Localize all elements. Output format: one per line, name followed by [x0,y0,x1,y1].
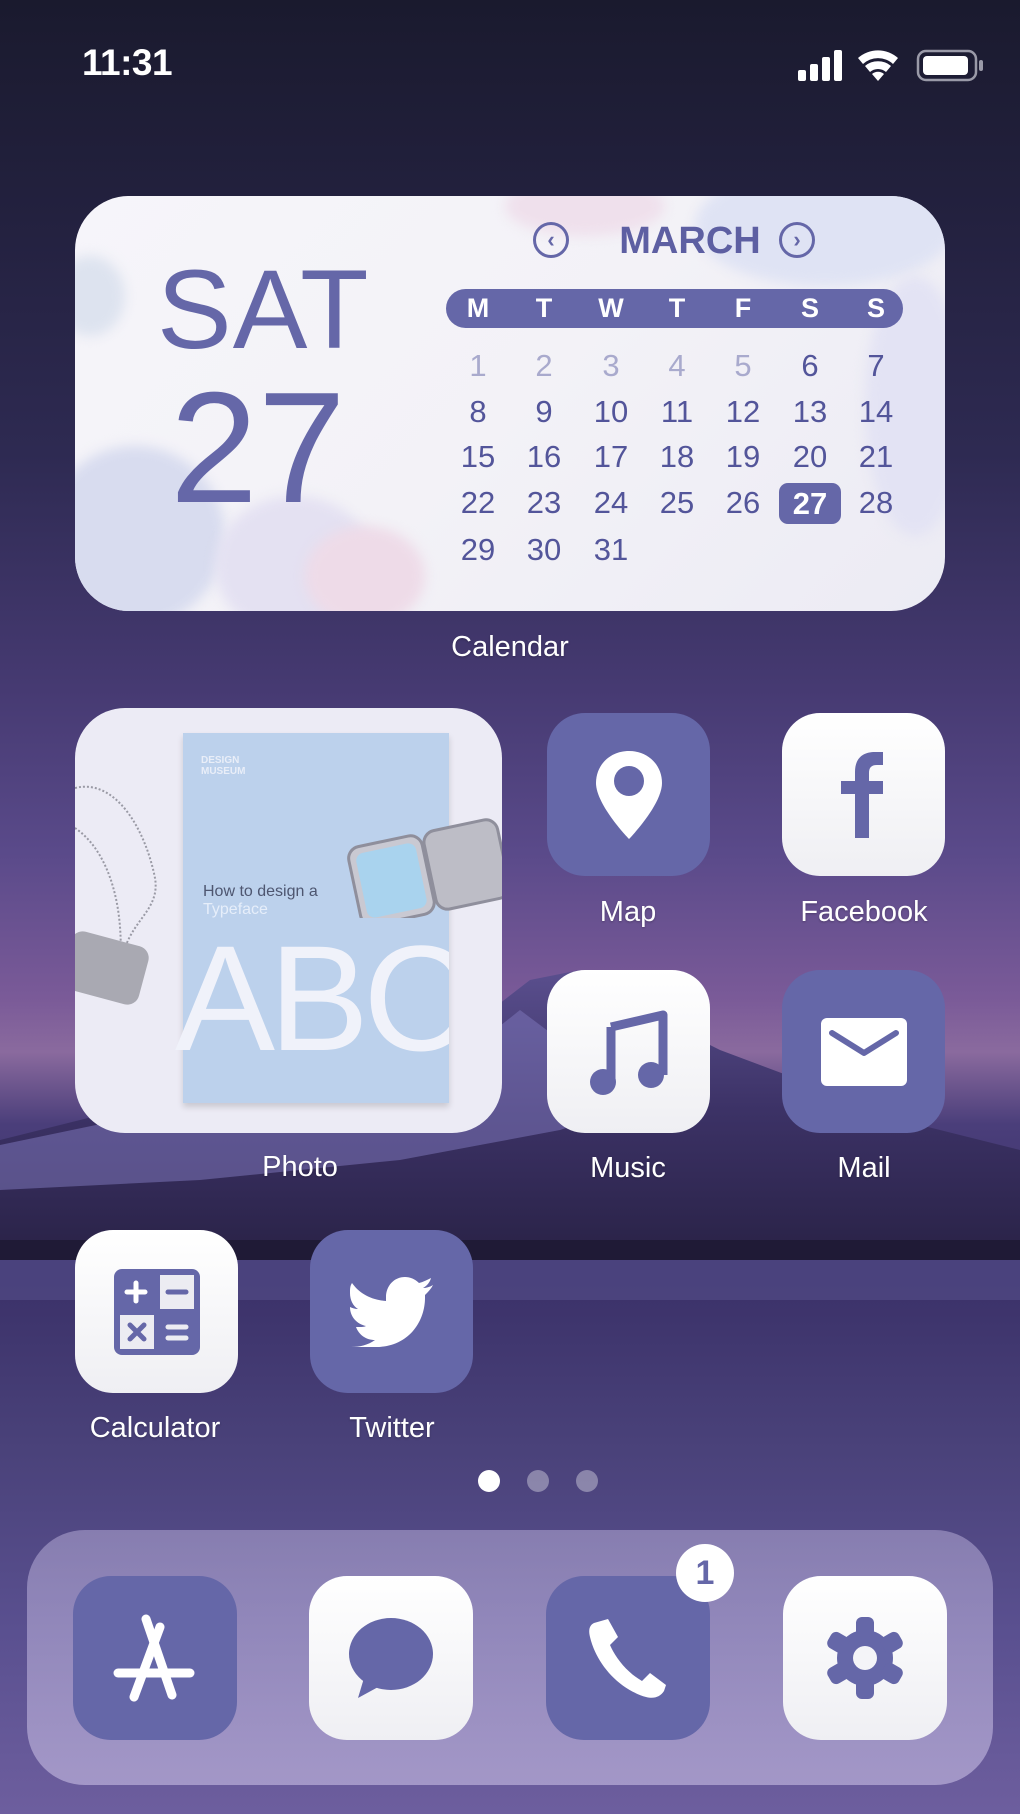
app-label: Facebook [800,896,928,928]
calendar-date[interactable]: 25 [649,483,705,523]
app-label: Calculator [89,1412,221,1444]
calendar-date[interactable]: 2 [516,346,572,386]
status-icons [798,49,983,82]
next-month-button[interactable]: › [779,222,815,258]
photo-widget[interactable]: DESIGN MUSEUM How to design a Typeface A… [75,708,502,1133]
weekday-header: T [668,293,686,323]
day-of-week: SAT [157,247,370,372]
battery-icon [916,49,983,82]
calendar-date[interactable]: 15 [450,437,506,477]
calendar-date[interactable]: 4 [649,346,705,386]
date-grid: 1 2 3 4 5 6 7 8 9 10 11 12 13 14 15 16 17 18 19 20 21 22 23 24 2… [446,346,903,586]
wifi-icon [858,50,898,81]
app-map[interactable] [547,713,710,876]
calendar-date[interactable]: 14 [848,392,904,432]
dock-messages[interactable] [309,1576,473,1740]
weekday-header: F [734,293,752,323]
page-dot-active[interactable] [478,1470,500,1492]
weekday-header: S [866,293,885,323]
calendar-date[interactable]: 21 [848,437,904,477]
calendar-date[interactable]: 22 [450,483,506,523]
chevron-left-icon: ‹ [547,227,555,252]
notification-badge: 1 [676,1544,734,1602]
calendar-date[interactable]: 30 [516,530,572,570]
book-image: DESIGN MUSEUM How to design a Typeface A… [175,733,449,1103]
book-title: How to design a [203,883,318,900]
status-time: 11:31 [82,42,173,83]
gear-icon [827,1617,903,1699]
calendar-widget[interactable]: SAT 27 ‹ MARCH › M T W T F S S 123456789… [75,196,945,611]
month-header: ‹ MARCH › [533,220,853,264]
chevron-right-icon: › [793,227,801,252]
book-publisher: MUSEUM [201,766,246,777]
calendar-date[interactable]: 9 [516,392,572,432]
calendar-date[interactable]: 17 [583,437,639,477]
book-publisher: DESIGN [201,755,240,766]
calendar-date[interactable]: 1 [450,346,506,386]
book-subtitle: Typeface [203,901,268,918]
calendar-date[interactable]: 24 [583,483,639,523]
app-label: Twitter [349,1412,435,1444]
photo-widget-label: Photo [262,1151,338,1183]
day-number: 27 [170,360,346,536]
music-note-icon [589,1010,667,1095]
calendar-date[interactable]: 20 [782,437,838,477]
calendar-date[interactable]: 31 [583,530,639,570]
calendar-date[interactable]: 12 [715,392,771,432]
calendar-date[interactable]: 10 [583,392,639,432]
app-music[interactable] [547,970,710,1133]
calendar-date[interactable]: 11 [649,392,705,432]
weekday-header: M [466,293,490,323]
app-label: Map [599,896,657,928]
phone-icon [589,1619,666,1698]
calendar-date[interactable]: 13 [782,392,838,432]
dock-settings[interactable] [783,1576,947,1740]
page-dot[interactable] [527,1470,549,1492]
calculator-icon [113,1268,200,1355]
mint-tin-decor [347,818,502,918]
app-label: Mail [837,1152,891,1184]
weekday-header-bar: M T W T F S S [446,289,903,328]
calendar-date[interactable]: 23 [516,483,572,523]
weekday-header: T [535,293,553,323]
calendar-date[interactable]: 5 [715,346,771,386]
signal-icon [798,50,842,81]
map-pin-icon [595,750,662,839]
twitter-bird-icon [349,1276,433,1347]
calendar-date[interactable]: 3 [583,346,639,386]
mail-icon [820,1017,907,1086]
calendar-date[interactable]: 16 [516,437,572,477]
calendar-date-today[interactable]: 27 [779,483,841,524]
facebook-icon [840,751,883,838]
page-dot[interactable] [576,1470,598,1492]
decor-flower [75,256,125,336]
necklace-decor [75,785,157,1005]
calendar-date[interactable]: 18 [649,437,705,477]
calendar-date[interactable]: 6 [782,346,838,386]
app-facebook[interactable] [782,713,945,876]
dock-phone[interactable]: 1 [546,1544,734,1740]
calendar-widget-label: Calendar [451,631,569,663]
calendar-date[interactable]: 28 [848,483,904,523]
page-indicator[interactable] [0,1470,1020,1494]
prev-month-button[interactable]: ‹ [533,222,569,258]
weekday-header: S [800,293,819,323]
app-mail[interactable] [782,970,945,1133]
dock-app-store[interactable] [73,1576,237,1740]
app-twitter[interactable] [310,1230,473,1393]
app-label: Music [590,1152,666,1184]
book-big-letters: ABC [175,923,449,1073]
message-bubble-icon [349,1618,433,1698]
calendar-date[interactable]: 8 [450,392,506,432]
calendar-date[interactable]: 26 [715,483,771,523]
app-calculator[interactable] [75,1230,238,1393]
calendar-date[interactable]: 29 [450,530,506,570]
app-store-icon [113,1614,195,1702]
dock: 1 [27,1530,993,1785]
calendar-date[interactable]: 19 [715,437,771,477]
month-name: MARCH [619,220,761,262]
weekday-header: W [598,293,624,323]
decor-flower [305,526,425,611]
calendar-date[interactable]: 7 [848,346,904,386]
